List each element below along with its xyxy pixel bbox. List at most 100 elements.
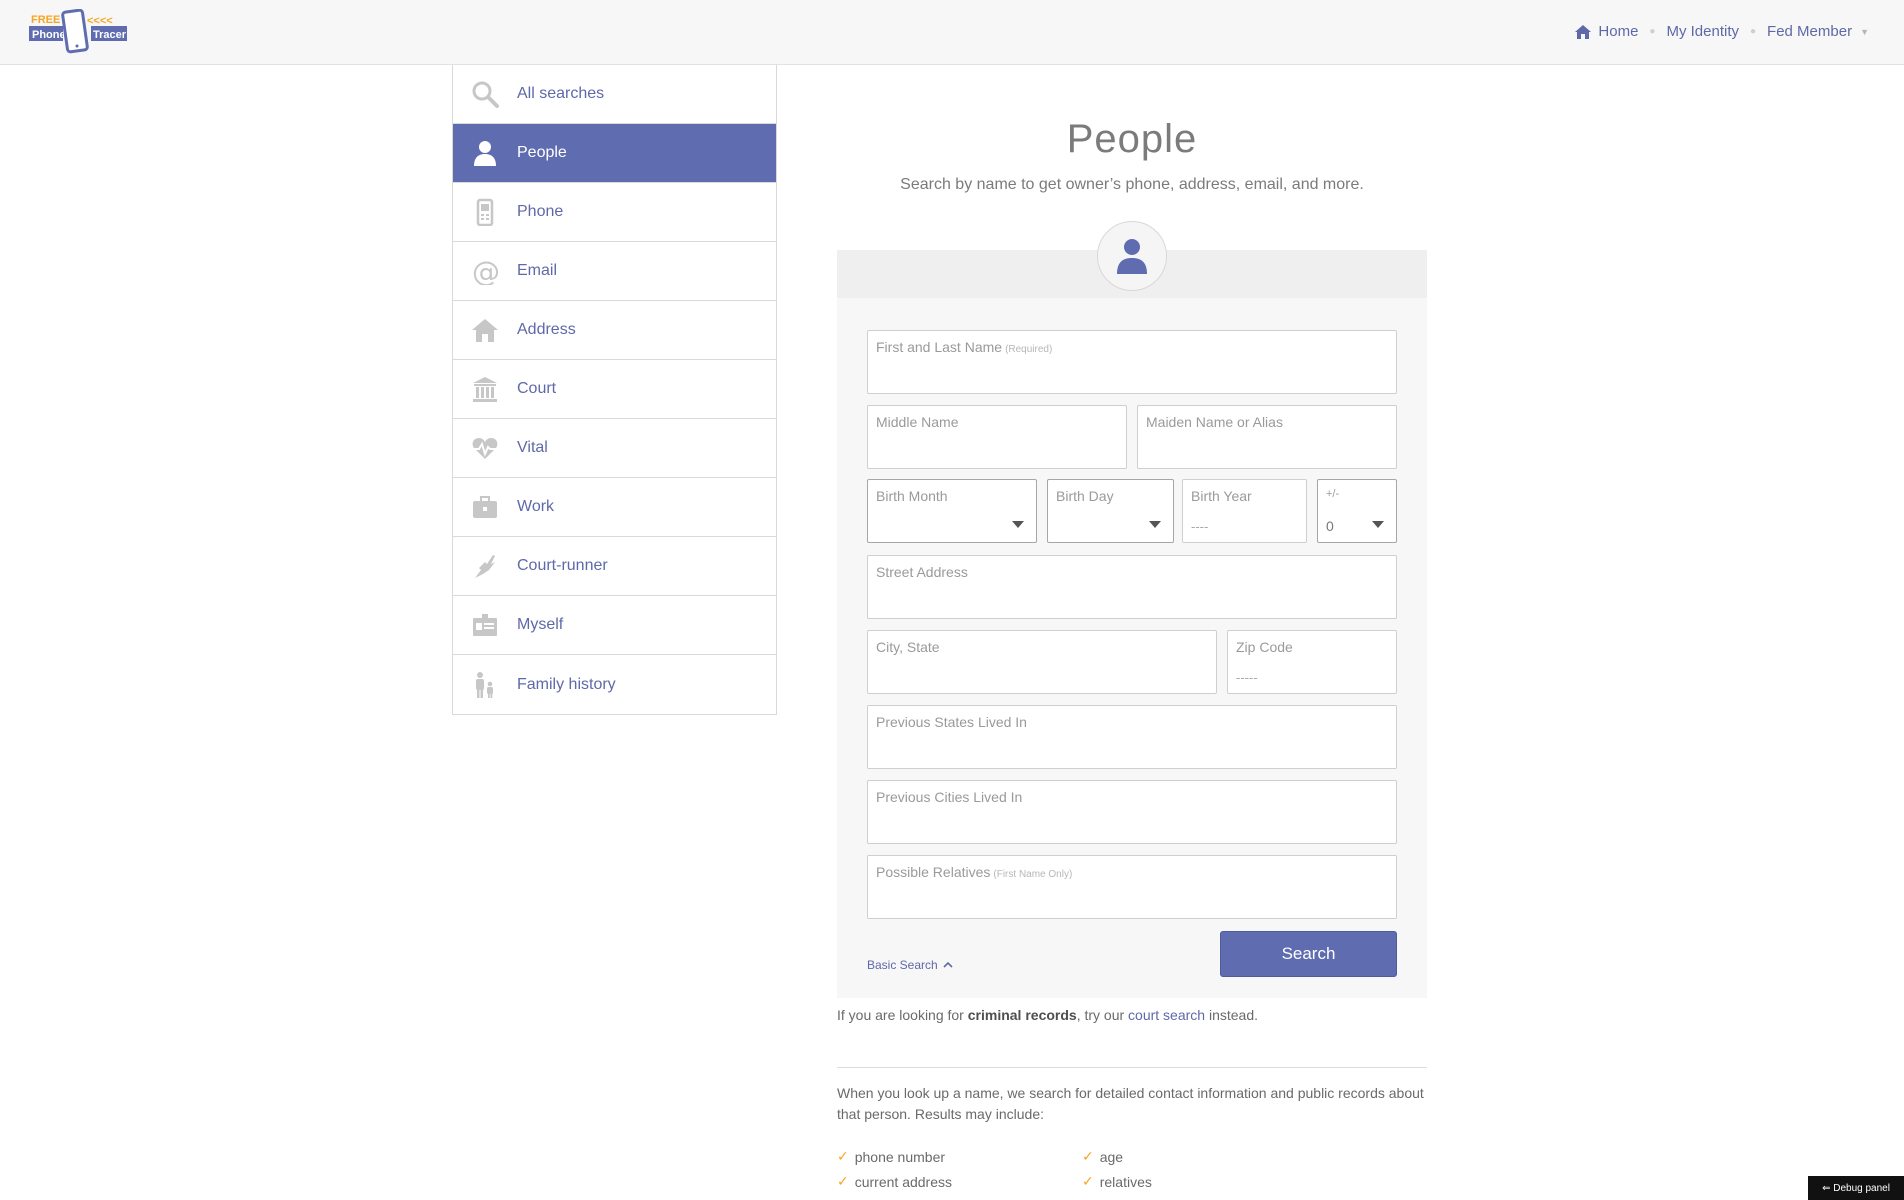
chevron-down-icon bbox=[1012, 521, 1024, 528]
phone-icon bbox=[453, 183, 517, 241]
free-phone-tracer-logo[interactable]: FREE Phone <<<< Tracer bbox=[29, 8, 141, 57]
home-icon bbox=[1575, 24, 1592, 39]
sidebar-item-address[interactable]: Address bbox=[453, 301, 776, 360]
first-last-name-field[interactable]: First and Last Name (Required) bbox=[867, 330, 1397, 394]
checkmark-icon: ✓ bbox=[1082, 1148, 1094, 1164]
field-label: +/- bbox=[1326, 488, 1340, 500]
top-navigation: Home ● My Identity ● Fed Member ▼ bbox=[1575, 23, 1869, 40]
nav-separator: ● bbox=[1649, 26, 1656, 37]
house-icon bbox=[453, 301, 517, 359]
field-label: Middle Name bbox=[876, 414, 959, 430]
sidebar-item-label: Court bbox=[517, 380, 557, 397]
street-address-field[interactable]: Street Address bbox=[867, 555, 1397, 619]
criminal-records-emphasis: criminal records bbox=[967, 1007, 1077, 1023]
chevron-up-icon bbox=[943, 961, 953, 968]
field-label: Previous States Lived In bbox=[876, 714, 1027, 730]
chevron-down-icon: ▼ bbox=[1860, 26, 1869, 37]
id-card-icon bbox=[453, 596, 517, 654]
sidebar-item-myself[interactable]: Myself bbox=[453, 596, 776, 655]
page-subtitle: Search by name to get owner’s phone, add… bbox=[900, 176, 1364, 193]
svg-text:@: @ bbox=[472, 257, 499, 285]
svg-text:<<<<: <<<< bbox=[87, 15, 113, 27]
field-label: Birth Month bbox=[876, 488, 948, 504]
top-bar: FREE Phone <<<< Tracer Home ● My Identit… bbox=[0, 0, 1904, 65]
basic-search-toggle[interactable]: Basic Search bbox=[867, 958, 953, 972]
required-note: (Required) bbox=[1005, 344, 1053, 355]
maiden-name-field[interactable]: Maiden Name or Alias bbox=[1137, 405, 1397, 469]
checkmark-icon: ✓ bbox=[837, 1173, 849, 1189]
birth-day-select[interactable]: Birth Day bbox=[1047, 479, 1174, 543]
birth-year-field[interactable]: Birth Year ---- bbox=[1182, 479, 1307, 543]
middle-name-field[interactable]: Middle Name bbox=[867, 405, 1127, 469]
chevron-down-icon bbox=[1149, 521, 1161, 528]
sidebar-item-work[interactable]: Work bbox=[453, 478, 776, 537]
field-label: Possible Relatives (First Name Only) bbox=[876, 864, 1073, 880]
sidebar-item-label: Myself bbox=[517, 616, 564, 633]
sidebar-item-label: Court-runner bbox=[517, 557, 608, 574]
previous-cities-field[interactable]: Previous Cities Lived In bbox=[867, 780, 1397, 844]
winged-foot-icon bbox=[453, 537, 517, 595]
basic-search-label: Basic Search bbox=[867, 958, 938, 972]
sidebar-item-label: All searches bbox=[517, 85, 605, 102]
birth-month-select[interactable]: Birth Month bbox=[867, 479, 1037, 543]
nav-home-label: Home bbox=[1598, 23, 1639, 40]
nav-separator: ● bbox=[1750, 26, 1757, 37]
search-icon bbox=[453, 65, 517, 123]
results-info-text: When you look up a name, we search for d… bbox=[837, 1085, 1424, 1122]
field-label: Birth Day bbox=[1056, 488, 1114, 504]
nav-my-identity-link[interactable]: My Identity bbox=[1666, 23, 1739, 40]
debug-panel-button[interactable]: ⇐ Debug panel bbox=[1808, 1176, 1904, 1200]
field-value: 0 bbox=[1326, 518, 1334, 534]
city-state-field[interactable]: City, State bbox=[867, 630, 1217, 694]
sidebar-item-label: Address bbox=[517, 321, 576, 338]
sidebar-item-family-history[interactable]: Family history bbox=[453, 655, 776, 714]
section-divider bbox=[837, 1067, 1427, 1068]
field-label: Previous Cities Lived In bbox=[876, 789, 1023, 805]
list-item: ✓ relatives bbox=[1082, 1173, 1152, 1190]
sidebar-item-email[interactable]: @ Email bbox=[453, 242, 776, 301]
family-icon bbox=[453, 655, 517, 714]
svg-text:Phone: Phone bbox=[32, 29, 66, 41]
courthouse-icon bbox=[453, 360, 517, 418]
previous-states-field[interactable]: Previous States Lived In bbox=[867, 705, 1397, 769]
nav-member-label: Fed Member bbox=[1767, 23, 1853, 40]
field-label: Zip Code bbox=[1236, 639, 1293, 655]
svg-text:Tracer: Tracer bbox=[93, 29, 127, 41]
sidebar-item-label: Vital bbox=[517, 439, 548, 456]
birth-year-range-select[interactable]: +/- 0 bbox=[1317, 479, 1397, 543]
sidebar-item-people[interactable]: People bbox=[453, 124, 776, 183]
sidebar-item-label: People bbox=[517, 144, 567, 161]
search-button[interactable]: Search bbox=[1220, 931, 1397, 977]
list-item: ✓ phone number bbox=[837, 1148, 946, 1165]
person-avatar-icon bbox=[1097, 221, 1167, 291]
sidebar-item-phone[interactable]: Phone bbox=[453, 183, 776, 242]
svg-text:FREE: FREE bbox=[31, 14, 60, 26]
search-category-sidebar: All searches People Phone @ Email Addres… bbox=[452, 65, 777, 715]
field-label: Maiden Name or Alias bbox=[1146, 414, 1283, 430]
court-search-link[interactable]: court search bbox=[1128, 1007, 1205, 1023]
sidebar-item-label: Family history bbox=[517, 675, 616, 693]
field-label: Street Address bbox=[876, 564, 968, 580]
checkmark-icon: ✓ bbox=[837, 1148, 849, 1164]
at-sign-icon: @ bbox=[453, 242, 517, 300]
sidebar-item-label: Work bbox=[517, 498, 555, 515]
zip-code-field[interactable]: Zip Code ----- bbox=[1227, 630, 1397, 694]
people-search-panel: People Search by name to get owner’s pho… bbox=[837, 65, 1427, 1190]
sidebar-item-all-searches[interactable]: All searches bbox=[453, 65, 776, 124]
chevron-down-icon bbox=[1372, 521, 1384, 528]
nav-member-menu[interactable]: Fed Member ▼ bbox=[1767, 23, 1869, 40]
possible-relatives-field[interactable]: Possible Relatives (First Name Only) bbox=[867, 855, 1397, 919]
relatives-note: (First Name Only) bbox=[993, 869, 1073, 880]
briefcase-icon bbox=[453, 478, 517, 536]
sidebar-item-court-runner[interactable]: Court-runner bbox=[453, 537, 776, 596]
nav-home-link[interactable]: Home bbox=[1575, 23, 1638, 40]
nav-identity-label: My Identity bbox=[1666, 23, 1739, 40]
field-label: City, State bbox=[876, 639, 940, 655]
sidebar-item-vital[interactable]: Vital bbox=[453, 419, 776, 478]
sidebar-item-label: Email bbox=[517, 262, 558, 279]
criminal-records-note: If you are looking for criminal records,… bbox=[837, 1007, 1259, 1023]
field-label: First and Last Name (Required) bbox=[876, 339, 1053, 355]
field-placeholder: ---- bbox=[1191, 519, 1209, 534]
list-item: ✓ age bbox=[1082, 1148, 1124, 1165]
sidebar-item-court[interactable]: Court bbox=[453, 360, 776, 419]
